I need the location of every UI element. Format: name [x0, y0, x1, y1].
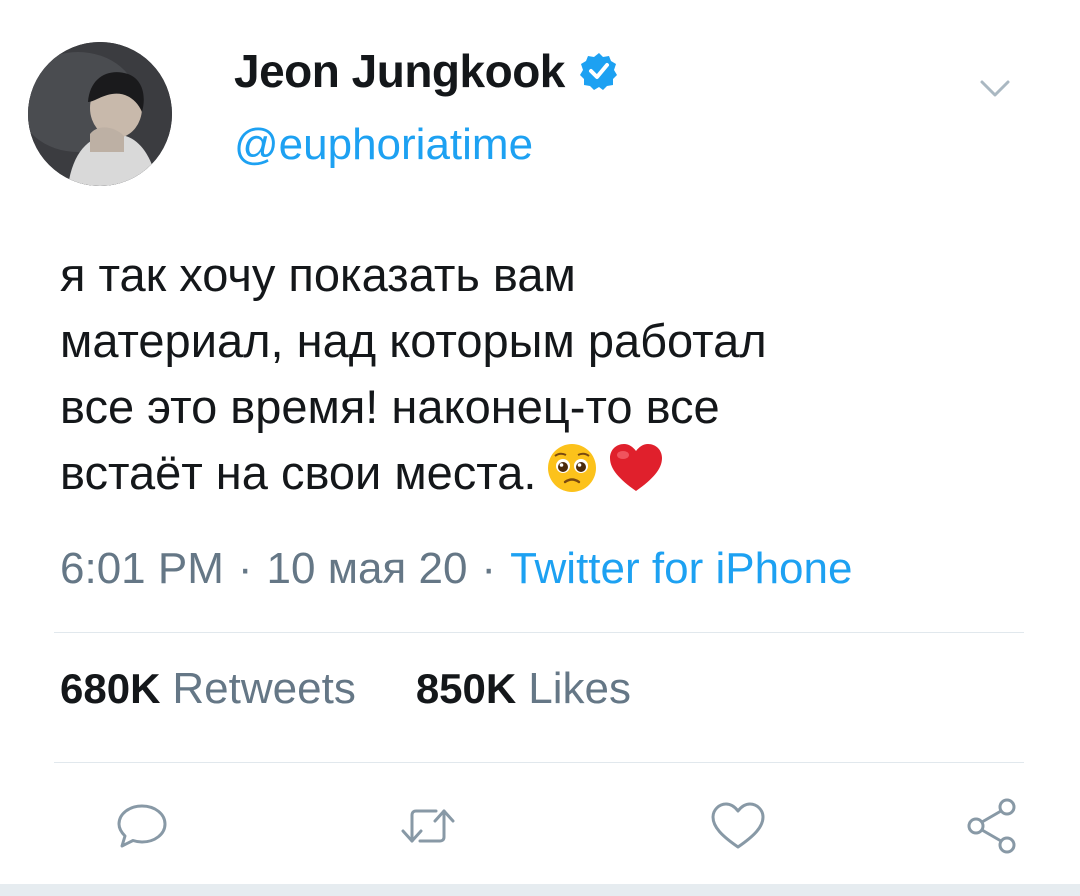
- meta-separator: ·: [481, 544, 497, 593]
- tweet-date: 10 мая 20: [266, 544, 468, 593]
- profile-photo-icon: [28, 42, 172, 186]
- like-icon: [711, 802, 765, 849]
- tweet-actions: [0, 796, 1080, 856]
- user-handle[interactable]: @euphoriatime: [234, 120, 533, 170]
- retweets-stat[interactable]: 680K Retweets: [60, 664, 356, 714]
- like-button[interactable]: [708, 796, 768, 856]
- share-icon: [967, 798, 1016, 854]
- divider: [54, 632, 1024, 633]
- retweet-button[interactable]: [398, 796, 458, 856]
- tweet-stats: 680K Retweets 850K Likes: [60, 664, 691, 714]
- likes-count: 850K: [415, 665, 517, 712]
- avatar[interactable]: [28, 42, 172, 186]
- chevron-down-icon[interactable]: [978, 74, 1012, 102]
- tweet-source-link[interactable]: Twitter for iPhone: [510, 544, 852, 593]
- share-button[interactable]: [962, 796, 1022, 856]
- retweets-label: Retweets: [172, 664, 356, 713]
- red-heart-emoji: [607, 441, 665, 512]
- bottom-separator: [0, 884, 1080, 896]
- tweet-meta: 6:01 PM · 10 мая 20 · Twitter for iPhone: [60, 544, 852, 594]
- likes-label: Likes: [528, 664, 631, 713]
- tweet-time: 6:01 PM: [60, 544, 224, 593]
- tweet-text: я так хочу показать вам материал, над ко…: [60, 242, 1020, 512]
- meta-separator: ·: [237, 544, 253, 593]
- verified-badge-icon: [579, 53, 617, 90]
- reply-button[interactable]: [112, 796, 172, 856]
- display-name[interactable]: Jeon Jungkook: [234, 44, 619, 98]
- retweets-count: 680K: [60, 665, 161, 712]
- pleading-face-emoji: [545, 441, 599, 512]
- divider: [54, 762, 1024, 763]
- retweet-icon: [401, 809, 455, 843]
- display-name-text: Jeon Jungkook: [234, 45, 565, 97]
- likes-stat[interactable]: 850K Likes: [416, 664, 631, 714]
- reply-icon: [117, 804, 167, 848]
